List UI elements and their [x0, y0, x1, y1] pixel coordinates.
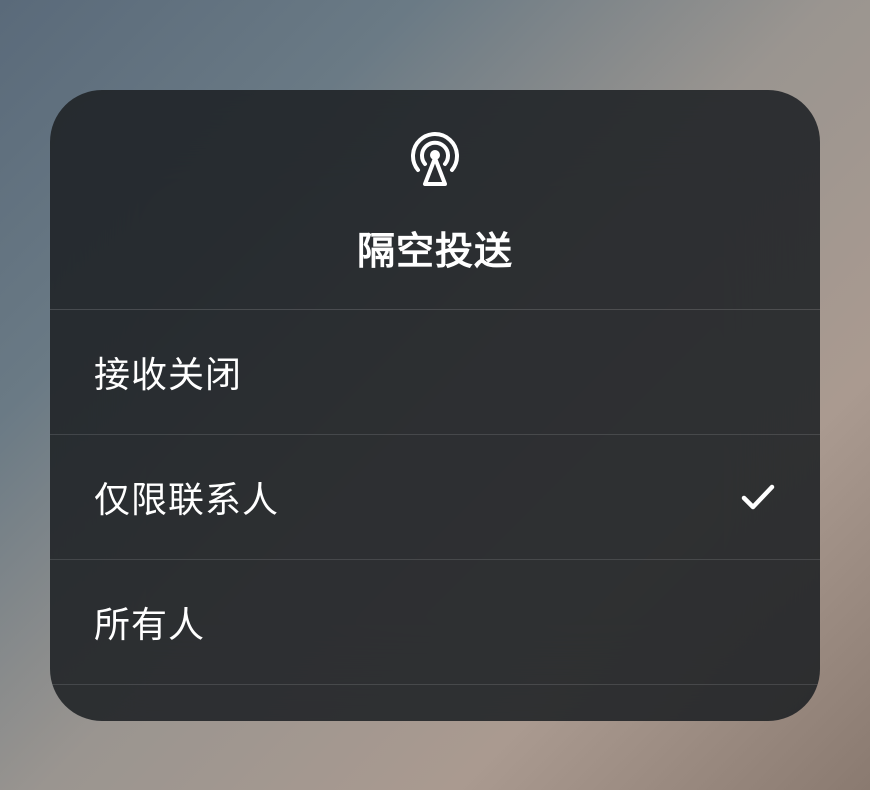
- checkmark-icon: [740, 479, 776, 515]
- panel-title: 隔空投送: [357, 220, 513, 275]
- option-label: 所有人: [94, 596, 205, 648]
- option-label: 仅限联系人: [94, 471, 279, 523]
- option-label: 接收关闭: [94, 346, 242, 398]
- option-everyone[interactable]: 所有人: [50, 560, 820, 685]
- panel-header: 隔空投送: [50, 90, 820, 310]
- footer-space: [50, 685, 820, 721]
- airdrop-options: 接收关闭 仅限联系人 所有人: [50, 310, 820, 685]
- option-receiving-off[interactable]: 接收关闭: [50, 310, 820, 435]
- option-contacts-only[interactable]: 仅限联系人: [50, 435, 820, 560]
- airdrop-panel: 隔空投送 接收关闭 仅限联系人 所有人: [50, 90, 820, 721]
- airdrop-icon: [403, 128, 467, 192]
